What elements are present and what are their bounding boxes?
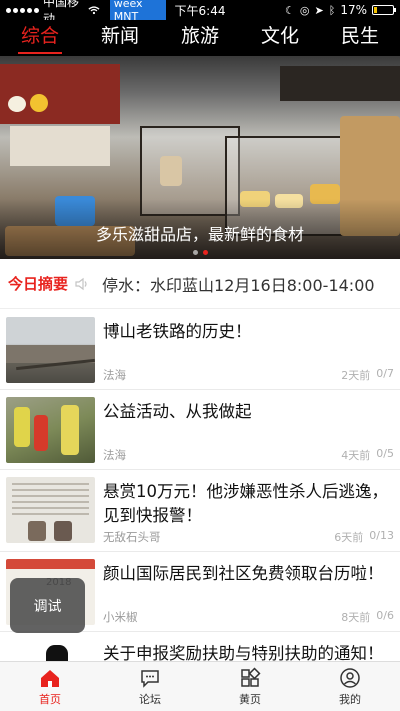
list-item[interactable]: 悬赏10万元！他涉嫌恶性杀人后逃逸，见到快报警！ 无敌石头哥 6天前 0/13 bbox=[0, 470, 400, 552]
news-source: 法海 bbox=[103, 448, 126, 462]
wifi-icon bbox=[88, 6, 100, 15]
nav-home[interactable]: 首页 bbox=[0, 662, 100, 711]
list-item[interactable]: 公益活动、从我做起 法海 4天前 0/5 bbox=[0, 390, 400, 470]
grid-icon bbox=[241, 666, 261, 687]
lock-rotation-icon: ◎ bbox=[299, 3, 310, 17]
news-time: 4天前 bbox=[341, 449, 371, 462]
moon-icon: ☾ bbox=[285, 3, 295, 17]
tab-news[interactable]: 新闻 bbox=[80, 20, 160, 56]
signal-icon bbox=[6, 7, 39, 13]
daily-summary-label: 今日摘要 bbox=[8, 275, 69, 293]
list-item[interactable]: 博山老铁路的历史！ 法海 2天前 0/7 bbox=[0, 310, 400, 390]
news-source: 法海 bbox=[103, 368, 126, 382]
banner-caption: 多乐滋甜品店，最新鲜的食材 bbox=[95, 225, 304, 244]
news-title: 博山老铁路的历史！ bbox=[103, 322, 252, 341]
home-icon bbox=[41, 669, 59, 687]
nav-yellow-pages[interactable]: 黄页 bbox=[200, 662, 300, 711]
carousel-dot bbox=[192, 250, 198, 255]
news-thumbnail bbox=[6, 317, 95, 383]
carousel-indicator bbox=[0, 250, 400, 255]
nav-profile[interactable]: 我的 bbox=[300, 662, 400, 711]
news-time: 8天前 bbox=[341, 611, 371, 624]
news-count: 0/6 bbox=[376, 609, 394, 622]
status-bar: 中国移动 weex MNT 下午6:44 ☾ ◎ ➤ ᛒ 17% bbox=[0, 0, 400, 26]
banner-carousel[interactable]: 多乐滋甜品店，最新鲜的食材 bbox=[0, 56, 400, 259]
tab-livelihood[interactable]: 民生 bbox=[320, 20, 400, 56]
news-source: 无敌石头哥 bbox=[103, 530, 161, 544]
news-title: 颜山国际居民到社区免费领取台历啦！ bbox=[103, 564, 384, 583]
battery-icon bbox=[372, 5, 396, 15]
news-list: 博山老铁路的历史！ 法海 2天前 0/7 公益活动、从我做起 法海 4天前 0/5 … bbox=[0, 310, 400, 711]
news-source: 小米椒 bbox=[103, 610, 138, 624]
news-count: 0/13 bbox=[369, 529, 394, 542]
bluetooth-icon: ᛒ bbox=[328, 3, 336, 17]
news-time: 6天前 bbox=[334, 531, 364, 544]
carousel-dot-active bbox=[202, 250, 208, 255]
news-time: 2天前 bbox=[341, 369, 371, 382]
tab-culture[interactable]: 文化 bbox=[240, 20, 320, 56]
bottom-nav: 首页 论坛 黄页 我的 bbox=[0, 661, 400, 711]
tab-travel[interactable]: 旅游 bbox=[160, 20, 240, 56]
tab-comprehensive[interactable]: 综合 bbox=[0, 20, 80, 56]
news-thumbnail bbox=[6, 477, 95, 543]
nav-forum[interactable]: 论坛 bbox=[100, 662, 200, 711]
news-title: 公益活动、从我做起 bbox=[103, 402, 252, 421]
forum-icon bbox=[141, 669, 159, 688]
daily-summary-bar[interactable]: 今日摘要 停水：水印蓝山12月16日8:00-14:00 bbox=[0, 259, 400, 309]
nav-label: 首页 bbox=[39, 692, 61, 706]
news-title: 悬赏10万元！他涉嫌恶性杀人后逃逸，见到快报警！ bbox=[103, 482, 388, 525]
debug-button[interactable]: 调试 bbox=[10, 578, 85, 633]
news-thumbnail bbox=[6, 397, 95, 463]
news-count: 0/5 bbox=[376, 447, 394, 460]
category-tabs: 综合 新闻 旅游 文化 民生 bbox=[0, 20, 400, 56]
battery-percent: 17% bbox=[340, 3, 367, 17]
news-count: 0/7 bbox=[376, 367, 394, 380]
location-icon: ➤ bbox=[314, 3, 324, 17]
nav-label: 黄页 bbox=[239, 692, 261, 706]
nav-label: 我的 bbox=[339, 692, 361, 706]
notice-text: 停水：水印蓝山12月16日8:00-14:00 bbox=[102, 275, 375, 295]
speaker-icon bbox=[75, 277, 87, 290]
profile-icon bbox=[340, 667, 360, 688]
nav-label: 论坛 bbox=[139, 692, 161, 706]
